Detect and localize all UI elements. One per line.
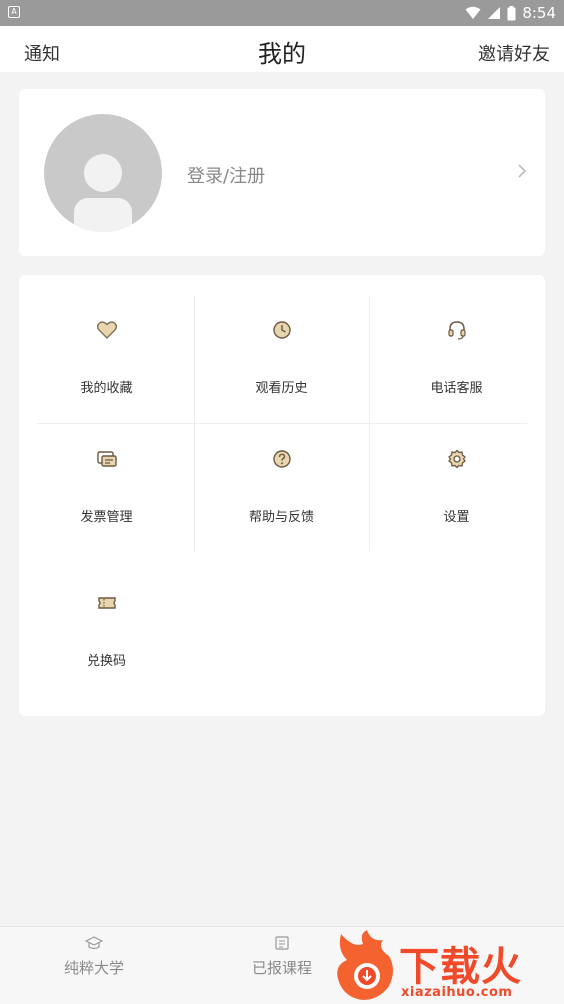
wifi-icon	[465, 6, 481, 19]
menu-item-settings[interactable]: 设置	[369, 424, 544, 552]
menu-item-label: 发票管理	[80, 510, 133, 525]
headset-icon	[447, 321, 466, 340]
menu-item-phone-support[interactable]: 电话客服	[369, 295, 544, 423]
tab-university[interactable]: 纯粹大学	[0, 927, 188, 1004]
avatar-body-shape	[74, 198, 132, 232]
menu-item-label: 我的收藏	[80, 381, 133, 396]
menu-item-watch-history[interactable]: 观看历史	[194, 295, 369, 423]
menu-card: 我的收藏 观看历史 电话客服 发票管理 帮助与反馈 设置 兑换码	[19, 275, 545, 716]
notification-icon: A	[8, 6, 20, 18]
watermark-text: 下载火	[399, 944, 522, 990]
flame-icon	[337, 930, 393, 1000]
menu-item-help-feedback[interactable]: 帮助与反馈	[194, 424, 369, 552]
course-icon	[275, 936, 289, 950]
avatar[interactable]	[44, 114, 162, 232]
menu-item-favorites[interactable]: 我的收藏	[19, 295, 194, 423]
settings-icon	[447, 449, 466, 469]
help-icon	[272, 450, 291, 468]
invite-friends-link[interactable]: 邀请好友	[478, 40, 550, 66]
status-time: 8:54	[522, 4, 556, 22]
tab-label: 纯粹大学	[63, 959, 124, 977]
status-icons: 8:54	[465, 3, 556, 23]
avatar-head-shape	[84, 154, 122, 192]
heart-icon	[96, 321, 117, 339]
menu-item-label: 电话客服	[430, 381, 483, 396]
battery-icon	[507, 5, 516, 20]
menu-item-invoice[interactable]: 发票管理	[19, 424, 194, 552]
menu-item-label: 设置	[443, 510, 470, 525]
menu-item-label: 帮助与反馈	[248, 510, 314, 525]
menu-item-label: 观看历史	[255, 381, 308, 396]
chevron-right-icon	[518, 164, 527, 178]
graduation-cap-icon	[85, 936, 103, 950]
clock-icon	[272, 321, 291, 339]
invoice-icon	[96, 451, 117, 467]
watermark-url: xiazaihuo.com	[401, 985, 513, 1000]
login-register-link[interactable]: 登录/注册	[187, 162, 265, 188]
menu-item-label: 兑换码	[86, 654, 126, 669]
status-bar: A 8:54	[0, 0, 564, 26]
signal-icon	[488, 7, 501, 19]
header: 通知 我的 邀请好友	[0, 26, 564, 72]
watermark-logo: 下载火 xiazaihuo.com	[333, 930, 564, 1004]
profile-card[interactable]: 登录/注册	[19, 89, 545, 256]
menu-item-redeem-code[interactable]: 兑换码	[19, 568, 194, 696]
ticket-icon	[97, 597, 116, 609]
